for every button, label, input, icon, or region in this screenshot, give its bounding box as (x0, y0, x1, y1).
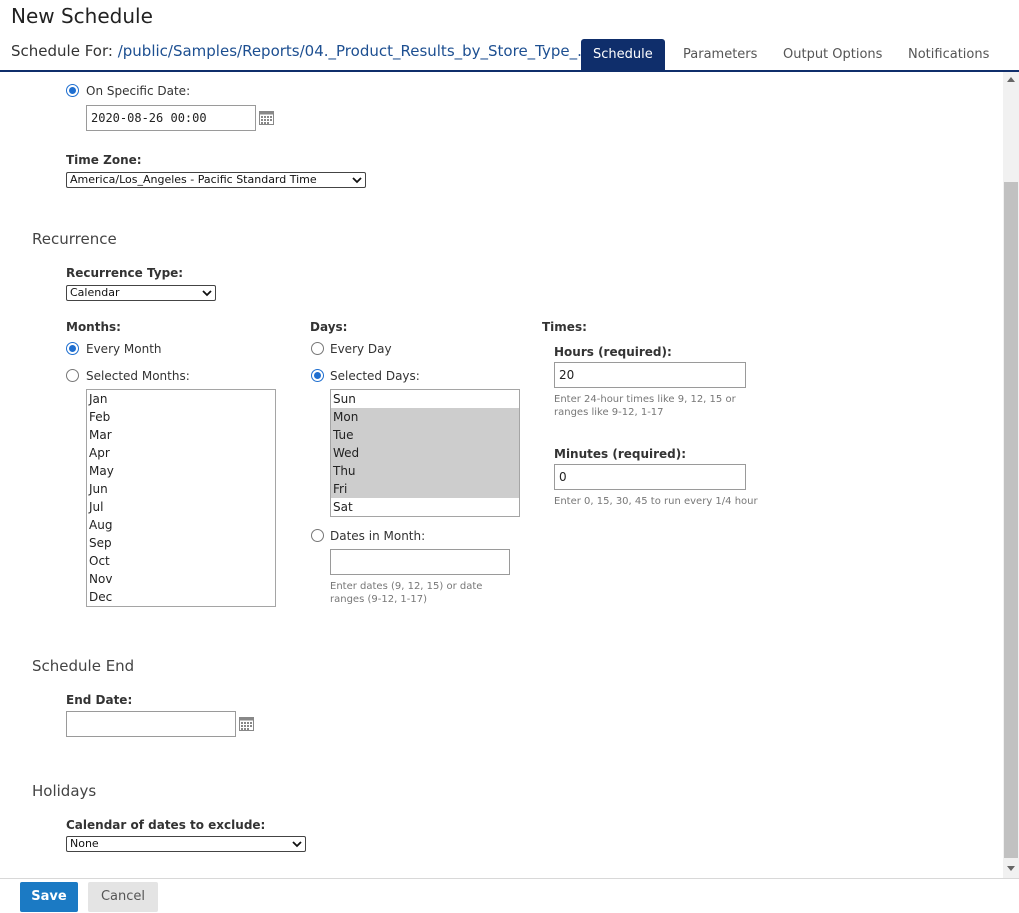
selected-days-radio[interactable] (311, 369, 324, 382)
hours-label: Hours (required): (554, 345, 672, 359)
holiday-calendar-value: None (70, 837, 99, 850)
list-item[interactable]: Tue (331, 426, 519, 444)
list-item[interactable]: Sun (331, 390, 519, 408)
cancel-button[interactable]: Cancel (88, 882, 158, 912)
list-item[interactable]: Jul (87, 498, 275, 516)
calendar-icon[interactable] (259, 111, 274, 125)
months-label: Months: (66, 320, 121, 334)
time-zone-value: America/Los_Angeles - Pacific Standard T… (70, 173, 317, 186)
times-label: Times: (542, 320, 587, 334)
list-item[interactable]: Jun (87, 480, 275, 498)
selected-months-label: Selected Months: (86, 369, 190, 383)
page-title: New Schedule (11, 4, 153, 28)
holidays-section-title: Holidays (32, 782, 97, 800)
list-item[interactable]: Thu (331, 462, 519, 480)
schedule-form: On Specific Date: 2020-08-26 00:00 Time … (0, 72, 1003, 878)
list-item[interactable]: Apr (87, 444, 275, 462)
scrollbar-thumb[interactable] (1004, 182, 1018, 858)
recurrence-type-select[interactable]: Calendar (66, 285, 216, 301)
on-specific-date-label: On Specific Date: (86, 84, 191, 98)
schedule-end-section-title: Schedule End (32, 657, 135, 675)
tab-schedule[interactable]: Schedule (581, 39, 665, 71)
selected-months-radio[interactable] (66, 369, 79, 382)
selected-days-label: Selected Days: (330, 369, 420, 383)
chevron-down-icon (352, 177, 362, 184)
tab-notifications[interactable]: Notifications (896, 39, 1001, 71)
days-label: Days: (310, 320, 348, 334)
every-month-radio[interactable] (66, 342, 79, 355)
schedule-for-path[interactable]: /public/Samples/Reports/04._Product_Resu… (118, 42, 592, 60)
list-item[interactable]: Sat (331, 498, 519, 516)
list-item[interactable]: Sep (87, 534, 275, 552)
days-listbox[interactable]: Sun Mon Tue Wed Thu Fri Sat (330, 389, 520, 517)
every-day-radio[interactable] (311, 342, 324, 355)
minutes-hint: Enter 0, 15, 30, 45 to run every 1/4 hou… (554, 496, 758, 507)
tab-parameters[interactable]: Parameters (671, 39, 769, 71)
list-item[interactable]: Feb (87, 408, 275, 426)
list-item[interactable]: Oct (87, 552, 275, 570)
list-item[interactable]: Jan (87, 390, 275, 408)
dates-in-month-input[interactable] (330, 549, 510, 575)
months-listbox[interactable]: Jan Feb Mar Apr May Jun Jul Aug Sep Oct … (86, 389, 276, 607)
holiday-calendar-label: Calendar of dates to exclude: (66, 818, 266, 832)
save-button[interactable]: Save (20, 882, 78, 912)
tab-output-options[interactable]: Output Options (771, 39, 894, 71)
time-zone-select[interactable]: America/Los_Angeles - Pacific Standard T… (66, 172, 366, 188)
schedule-for-label: Schedule For: (11, 42, 113, 60)
recurrence-type-label: Recurrence Type: (66, 266, 184, 280)
holiday-calendar-select[interactable]: None (66, 836, 306, 852)
schedule-for: Schedule For: /public/Samples/Reports/04… (11, 42, 591, 60)
end-date-label: End Date: (66, 693, 133, 707)
chevron-down-icon (202, 290, 212, 297)
hours-hint: Enter 24-hour times like 9, 12, 15 or ra… (554, 394, 736, 418)
list-item[interactable]: Wed (331, 444, 519, 462)
dates-in-month-label: Dates in Month: (330, 529, 426, 543)
list-item[interactable]: Mon (331, 408, 519, 426)
vertical-scrollbar[interactable] (1003, 72, 1019, 878)
list-item[interactable]: Nov (87, 570, 275, 588)
every-day-label: Every Day (330, 342, 392, 356)
recurrence-type-value: Calendar (70, 286, 120, 299)
time-zone-label: Time Zone: (66, 153, 142, 167)
start-date-input[interactable]: 2020-08-26 00:00 (86, 105, 256, 131)
footer-bar: Save Cancel (0, 878, 1019, 913)
minutes-input[interactable]: 0 (554, 464, 746, 490)
list-item[interactable]: May (87, 462, 275, 480)
recurrence-section-title: Recurrence (32, 230, 117, 248)
scroll-up-arrow-icon[interactable] (1007, 76, 1015, 84)
dates-in-month-hint: Enter dates (9, 12, 15) or date ranges (… (330, 581, 483, 605)
end-date-input[interactable] (66, 711, 236, 737)
minutes-label: Minutes (required): (554, 447, 687, 461)
list-item[interactable]: Mar (87, 426, 275, 444)
dates-in-month-radio[interactable] (311, 529, 324, 542)
list-item[interactable]: Fri (331, 480, 519, 498)
every-month-label: Every Month (86, 342, 162, 356)
on-specific-date-radio[interactable] (66, 84, 79, 97)
calendar-icon[interactable] (239, 717, 254, 731)
list-item[interactable]: Aug (87, 516, 275, 534)
hours-input[interactable]: 20 (554, 362, 746, 388)
scroll-down-arrow-icon[interactable] (1007, 864, 1015, 872)
list-item[interactable]: Dec (87, 588, 275, 606)
chevron-down-icon (292, 841, 302, 848)
